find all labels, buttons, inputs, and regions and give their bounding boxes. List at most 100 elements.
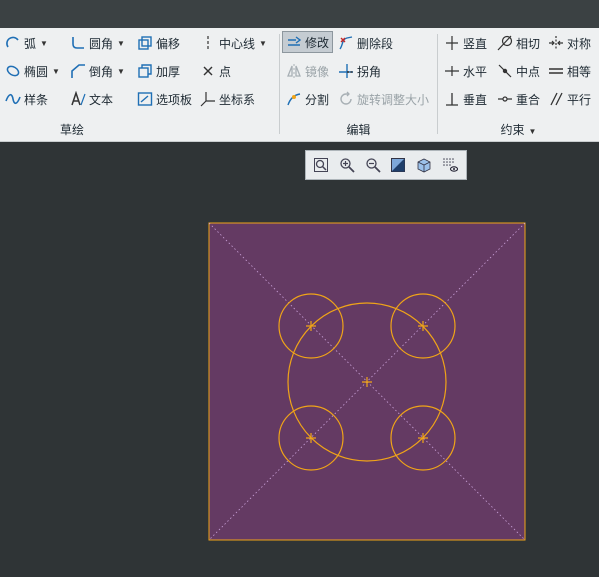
construction-diagonal	[208, 222, 526, 541]
fillet-button[interactable]: 圆角 ▼	[70, 32, 125, 54]
corner-icon	[338, 63, 354, 79]
horizontal-label: 水平	[463, 64, 488, 79]
center-mark	[418, 321, 428, 331]
offset-icon	[137, 35, 153, 51]
fillet-label: 圆角	[89, 36, 114, 51]
chevron-down-icon[interactable]: ▼	[117, 39, 125, 48]
display-style-button[interactable]	[388, 155, 408, 175]
spline-icon	[5, 91, 21, 107]
offset-label: 偏移	[156, 36, 181, 51]
ribbon: 弧 ▼ 圆角 ▼ 偏移 中心线 ▼ 椭圆 ▼ 倒角 ▼ 加厚 点 样条 文本 选…	[0, 28, 599, 142]
chamfer-icon	[70, 63, 86, 79]
chevron-down-icon[interactable]: ▼	[259, 39, 267, 48]
tangent-constraint-button[interactable]: 相切	[497, 32, 540, 54]
vertical-constraint-button[interactable]: 竖直	[444, 32, 487, 54]
constrain-group-title: 约束	[500, 123, 525, 137]
midpoint-label: 中点	[516, 64, 541, 79]
constrain-group: 竖直 相切 对称 水平 中点 相等 垂直 重合 平行 约束 ▼	[438, 28, 599, 141]
coincident-constraint-button[interactable]: 重合	[497, 88, 540, 110]
delete-segment-icon	[338, 35, 354, 51]
fillet-icon	[70, 35, 86, 51]
modify-icon	[286, 34, 302, 50]
centerline-button[interactable]: 中心线 ▼	[200, 32, 267, 54]
small-circle-bottom-left	[278, 405, 344, 471]
arc-label: 弧	[24, 36, 37, 51]
chevron-down-icon[interactable]: ▼	[117, 67, 125, 76]
rotate-resize-button[interactable]: 旋转调整大小	[338, 88, 429, 110]
offset-button[interactable]: 偏移	[137, 32, 180, 54]
perpendicular-constraint-button[interactable]: 垂直	[444, 88, 487, 110]
coordinate-system-icon	[200, 91, 216, 107]
chevron-down-icon[interactable]: ▼	[40, 39, 48, 48]
center-mark	[306, 433, 316, 443]
zoom-out-button[interactable]	[363, 155, 383, 175]
thicken-icon	[137, 63, 153, 79]
zoom-in-button[interactable]	[337, 155, 357, 175]
point-button[interactable]: 点	[200, 60, 231, 82]
perpendicular-label: 垂直	[463, 92, 488, 107]
chevron-down-icon[interactable]: ▼	[52, 67, 60, 76]
parallel-icon	[548, 91, 564, 107]
coordinate-system-label: 坐标系	[219, 92, 256, 107]
sketch-square-region	[208, 222, 526, 541]
zoom-out-icon	[365, 158, 381, 173]
symmetric-icon	[548, 35, 564, 51]
corner-button[interactable]: 拐角	[338, 60, 381, 82]
spline-button[interactable]: 样条	[5, 88, 48, 110]
chamfer-button[interactable]: 倒角 ▼	[70, 60, 125, 82]
palette-label: 选项板	[156, 92, 193, 107]
tangent-icon	[497, 35, 513, 51]
constrain-group-label[interactable]: 约束 ▼	[438, 121, 599, 138]
display-style-icon	[391, 158, 406, 172]
sketch-display-filter-button[interactable]	[440, 155, 460, 175]
corner-label: 拐角	[357, 64, 382, 79]
construction-diagonal	[208, 222, 526, 541]
ellipse-button[interactable]: 椭圆 ▼	[5, 60, 60, 82]
divide-button[interactable]: 分割	[286, 88, 329, 110]
coincident-label: 重合	[516, 92, 541, 107]
thicken-button[interactable]: 加厚	[137, 60, 180, 82]
tangent-label: 相切	[516, 36, 541, 51]
modify-button[interactable]: 修改	[282, 31, 334, 53]
parallel-label: 平行	[567, 92, 592, 107]
center-mark	[418, 433, 428, 443]
small-circle-top-right	[390, 293, 456, 359]
coordinate-system-button[interactable]: 坐标系	[200, 88, 255, 110]
point-icon	[200, 63, 216, 79]
rotate-resize-label: 旋转调整大小	[357, 92, 430, 107]
horizontal-constraint-button[interactable]: 水平	[444, 60, 487, 82]
saved-orientation-button[interactable]	[414, 155, 434, 175]
equal-label: 相等	[567, 64, 592, 79]
delete-segment-button[interactable]: 删除段	[338, 32, 393, 54]
center-mark	[362, 377, 372, 387]
divide-label: 分割	[305, 92, 330, 107]
palette-button[interactable]: 选项板	[137, 88, 192, 110]
text-label: 文本	[89, 92, 114, 107]
horizontal-icon	[444, 63, 460, 79]
arc-icon	[5, 35, 21, 51]
symmetric-constraint-button[interactable]: 对称	[548, 32, 591, 54]
sketch-group: 弧 ▼ 圆角 ▼ 偏移 中心线 ▼ 椭圆 ▼ 倒角 ▼ 加厚 点 样条 文本 选…	[0, 28, 278, 141]
midpoint-icon	[497, 63, 513, 79]
refit-button[interactable]	[311, 155, 331, 175]
ellipse-icon	[5, 63, 21, 79]
divide-icon	[286, 91, 302, 107]
vertical-label: 竖直	[463, 36, 488, 51]
edit-group: 修改 删除段 镜像 拐角 分割 旋转调整大小 编辑	[280, 28, 437, 141]
text-button[interactable]: 文本	[70, 88, 113, 110]
sketch-display-filter-icon	[443, 158, 459, 172]
point-label: 点	[219, 64, 232, 79]
arc-button[interactable]: 弧 ▼	[5, 32, 48, 54]
midpoint-constraint-button[interactable]: 中点	[497, 60, 540, 82]
equal-constraint-button[interactable]: 相等	[548, 60, 591, 82]
title-bar	[0, 0, 599, 28]
spline-label: 样条	[24, 92, 49, 107]
mirror-icon	[286, 63, 302, 79]
zoom-in-icon	[340, 158, 355, 173]
center-mark	[306, 321, 316, 331]
small-circle-bottom-right	[390, 405, 456, 471]
parallel-constraint-button[interactable]: 平行	[548, 88, 591, 110]
small-circle-top-left	[278, 293, 344, 359]
edit-group-label: 编辑	[346, 123, 371, 137]
mirror-button[interactable]: 镜像	[286, 60, 329, 82]
